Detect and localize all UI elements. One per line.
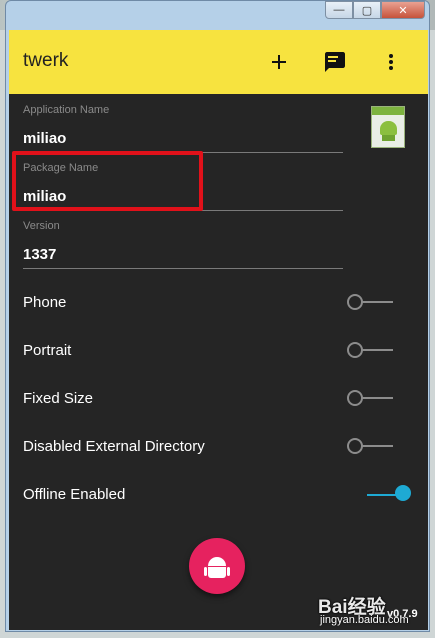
fixed-size-toggle[interactable] bbox=[347, 388, 397, 408]
feedback-icon[interactable] bbox=[323, 50, 347, 74]
app-icon-image[interactable] bbox=[371, 106, 405, 148]
highlight-box bbox=[12, 151, 203, 211]
option-label-portrait: Portrait bbox=[23, 342, 72, 359]
plus-icon[interactable] bbox=[267, 50, 291, 74]
maximize-button[interactable]: ▢ bbox=[353, 1, 381, 19]
close-window-button[interactable]: ✕ bbox=[381, 1, 425, 19]
app-title: twerk bbox=[23, 50, 69, 71]
desktop-background-bottom bbox=[0, 632, 435, 638]
version-field[interactable]: 1337 bbox=[23, 246, 56, 263]
option-label-disabled-external-directory: Disabled External Directory bbox=[23, 438, 205, 455]
more-vert-icon[interactable] bbox=[379, 50, 403, 74]
application-name-label: Application Name bbox=[23, 104, 110, 116]
app-bar: twerk bbox=[9, 30, 428, 94]
build-fab-button[interactable] bbox=[189, 538, 245, 594]
offline-enabled-toggle[interactable] bbox=[363, 485, 413, 505]
disabled-external-directory-toggle[interactable] bbox=[347, 436, 397, 456]
phone-toggle[interactable] bbox=[347, 292, 397, 312]
watermark-url: jingyan.baidu.com bbox=[320, 614, 409, 626]
version-underline bbox=[23, 268, 343, 269]
app-window: twerk Application Name miliao Package Na… bbox=[9, 30, 428, 630]
option-label-offline-enabled: Offline Enabled bbox=[23, 486, 126, 503]
portrait-toggle[interactable] bbox=[347, 340, 397, 360]
window-controls: — ▢ ✕ bbox=[325, 1, 425, 19]
application-name-field[interactable]: miliao bbox=[23, 130, 66, 147]
minimize-button[interactable]: — bbox=[325, 1, 353, 19]
option-label-phone: Phone bbox=[23, 294, 67, 311]
version-label: Version bbox=[23, 220, 60, 232]
android-icon bbox=[208, 557, 226, 566]
option-label-fixed-size: Fixed Size bbox=[23, 390, 94, 407]
